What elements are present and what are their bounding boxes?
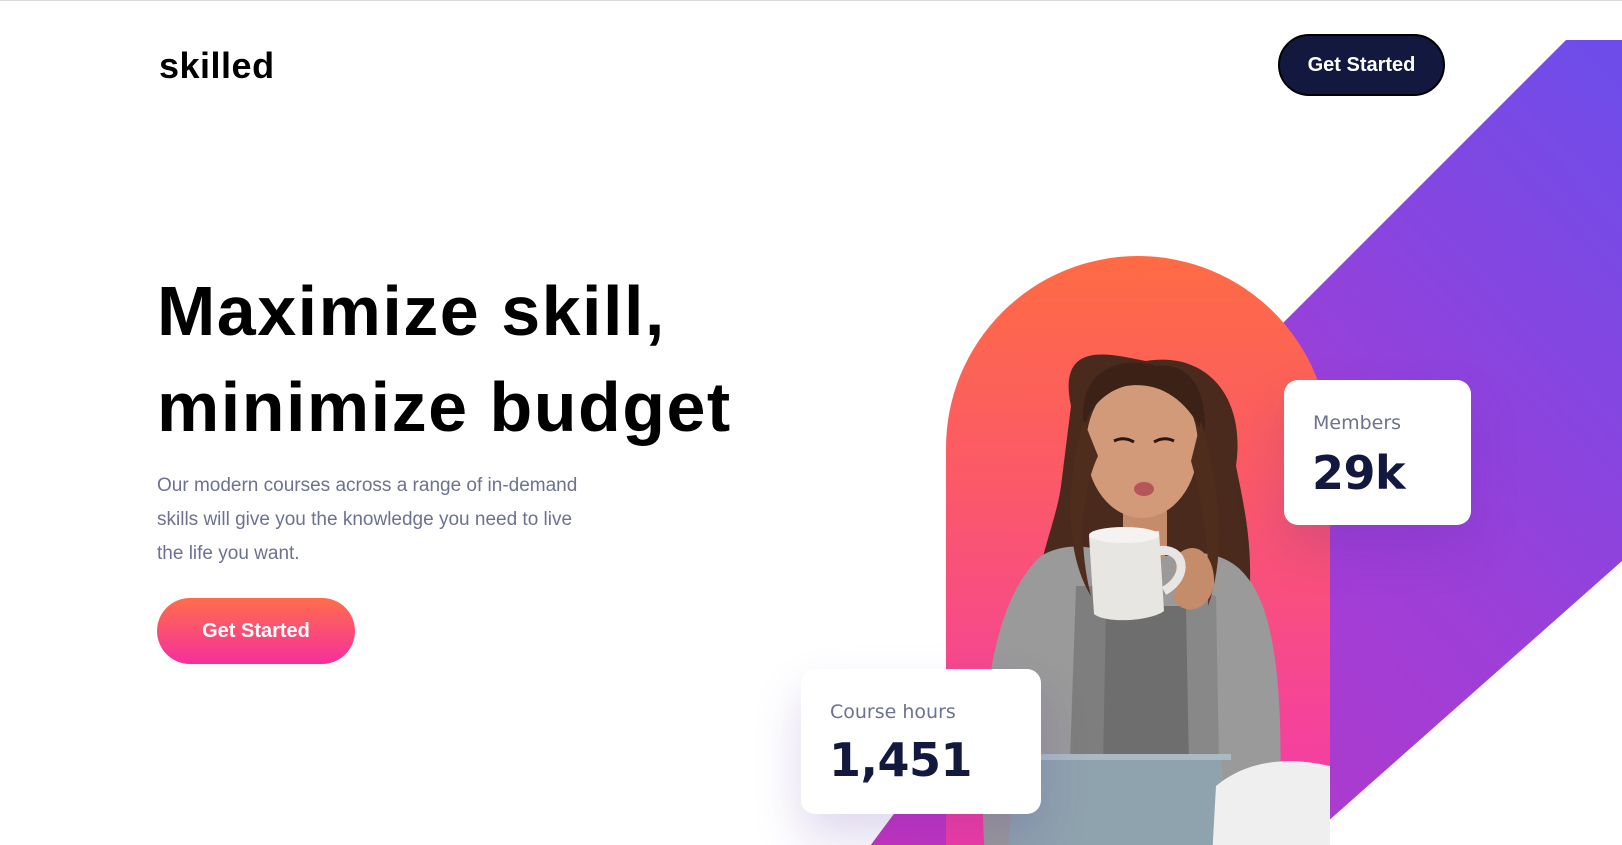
- hero-headline-line-2: minimize budget: [157, 368, 732, 446]
- members-label: Members: [1313, 412, 1402, 434]
- members-value: 29k: [1312, 446, 1406, 500]
- landing-page: skilled Get Started Maximize skill, mini…: [0, 0, 1622, 845]
- brand-logo[interactable]: skilled: [159, 45, 275, 87]
- course-hours-stat-card: Course hours 1,451: [801, 669, 1041, 814]
- members-stat-card: Members 29k: [1284, 380, 1471, 525]
- hero-headline-line-1: Maximize skill,: [157, 272, 666, 350]
- course-hours-label: Course hours: [830, 701, 956, 723]
- header-get-started-button[interactable]: Get Started: [1278, 34, 1445, 96]
- hero-description: Our modern courses across a range of in-…: [157, 475, 578, 564]
- course-hours-value: 1,451: [829, 733, 973, 787]
- hero-get-started-button[interactable]: Get Started: [157, 598, 355, 664]
- hero-headline: Maximize skill, minimize budget: [157, 263, 732, 455]
